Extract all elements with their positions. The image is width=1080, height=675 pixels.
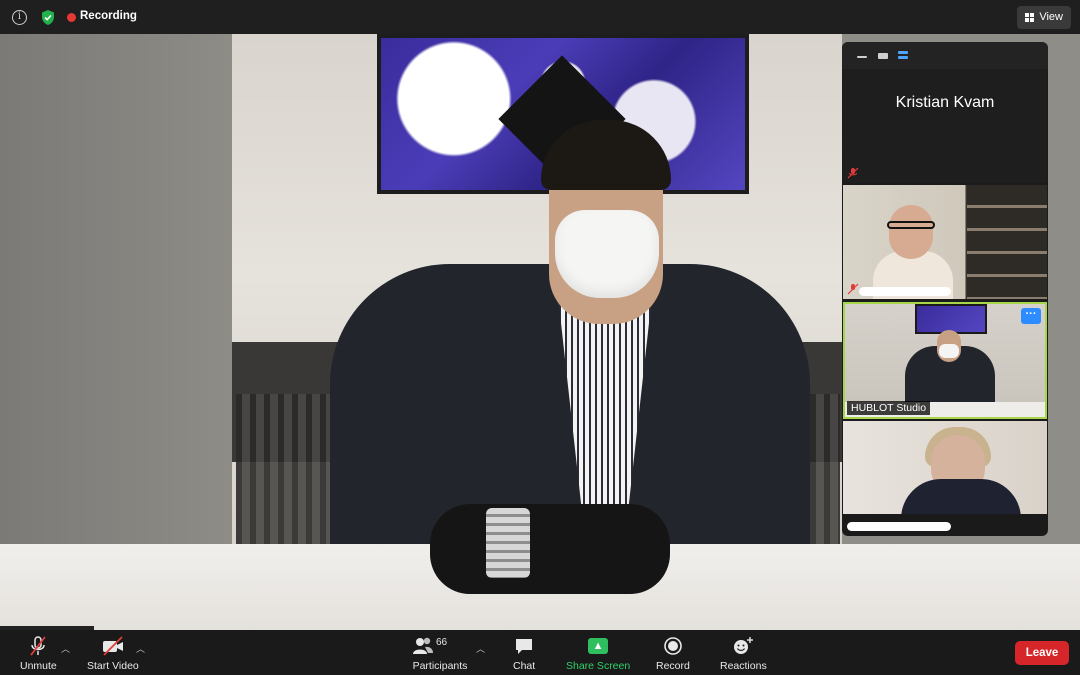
muted-mic-icon bbox=[847, 283, 859, 295]
start-video-label: Start Video bbox=[87, 660, 139, 672]
top-bar: i Recording View bbox=[0, 0, 1080, 34]
participant-tile[interactable] bbox=[843, 421, 1047, 536]
redacted-name bbox=[859, 287, 951, 296]
reactions-smiley-icon bbox=[734, 637, 754, 654]
participants-icon bbox=[413, 637, 433, 654]
view-label: View bbox=[1039, 11, 1063, 23]
minimize-icon[interactable] bbox=[857, 56, 867, 58]
record-icon bbox=[664, 637, 682, 655]
bookshelf bbox=[967, 185, 1047, 299]
start-video-button[interactable]: Start Video bbox=[87, 635, 139, 672]
speaker-mask bbox=[555, 210, 659, 298]
participant-tile[interactable]: Kristian Kvam bbox=[843, 69, 1047, 183]
participant-tile-active-speaker[interactable]: HUBLOT Studio ··· bbox=[843, 302, 1047, 419]
watch-in-hands bbox=[486, 508, 530, 578]
chat-bubble-icon bbox=[516, 639, 533, 654]
record-label: Record bbox=[656, 660, 690, 672]
recording-label: Recording bbox=[80, 10, 137, 22]
record-button[interactable]: Record bbox=[656, 635, 690, 672]
audio-options-chevron-icon[interactable]: ︿ bbox=[61, 642, 70, 655]
grid-icon bbox=[1025, 13, 1035, 22]
chat-button[interactable]: Chat bbox=[513, 635, 535, 672]
participant-name: HUBLOT Studio bbox=[847, 401, 931, 415]
meeting-toolbar: Unmute ︿ Start Video ︿ 66 Participants ︿… bbox=[0, 630, 1080, 675]
muted-mic-icon bbox=[847, 167, 859, 179]
zoom-meeting-window: i Recording View Kristian Kvam HUBLOT St… bbox=[0, 0, 1080, 675]
hide-video-icon[interactable] bbox=[878, 53, 888, 59]
video-wall-left bbox=[0, 34, 232, 630]
participant-gallery-panel: Kristian Kvam HUBLOT Studio ··· bbox=[842, 42, 1048, 536]
recording-dot-icon bbox=[67, 13, 76, 22]
gallery-panel-header bbox=[842, 42, 1048, 69]
participant-tile[interactable] bbox=[843, 185, 1047, 299]
share-screen-label: Share Screen bbox=[566, 660, 631, 672]
more-options-icon[interactable]: ··· bbox=[1021, 308, 1041, 324]
share-screen-button[interactable]: ▲ Share Screen bbox=[566, 635, 630, 672]
participants-count: 66 bbox=[436, 637, 448, 648]
participants-label: Participants bbox=[412, 660, 468, 672]
participants-button[interactable]: 66 Participants bbox=[412, 635, 468, 672]
participants-options-chevron-icon[interactable]: ︿ bbox=[476, 642, 485, 655]
reactions-button[interactable]: Reactions bbox=[720, 635, 767, 672]
participant-name: Kristian Kvam bbox=[895, 94, 995, 111]
participant-mask bbox=[939, 344, 959, 358]
participant-glasses bbox=[887, 221, 935, 229]
gallery-layout-icon[interactable] bbox=[898, 51, 908, 54]
video-options-chevron-icon[interactable]: ︿ bbox=[136, 642, 145, 655]
redacted-name bbox=[847, 522, 951, 531]
video-off-icon bbox=[102, 636, 123, 656]
encryption-shield-icon[interactable] bbox=[40, 9, 56, 26]
chat-label: Chat bbox=[513, 660, 536, 672]
unmute-button[interactable]: Unmute bbox=[20, 635, 57, 672]
gallery-layout-icon-lower bbox=[898, 56, 908, 59]
leave-button[interactable]: Leave bbox=[1015, 641, 1069, 665]
participant-head bbox=[889, 205, 933, 259]
muted-mic-icon bbox=[30, 636, 47, 656]
view-button[interactable]: View bbox=[1017, 6, 1071, 29]
share-screen-icon: ▲ bbox=[588, 638, 609, 654]
speaker-gloved-hands bbox=[430, 504, 670, 594]
reactions-label: Reactions bbox=[720, 660, 767, 672]
info-icon[interactable]: i bbox=[12, 10, 27, 25]
unmute-label: Unmute bbox=[20, 660, 57, 672]
